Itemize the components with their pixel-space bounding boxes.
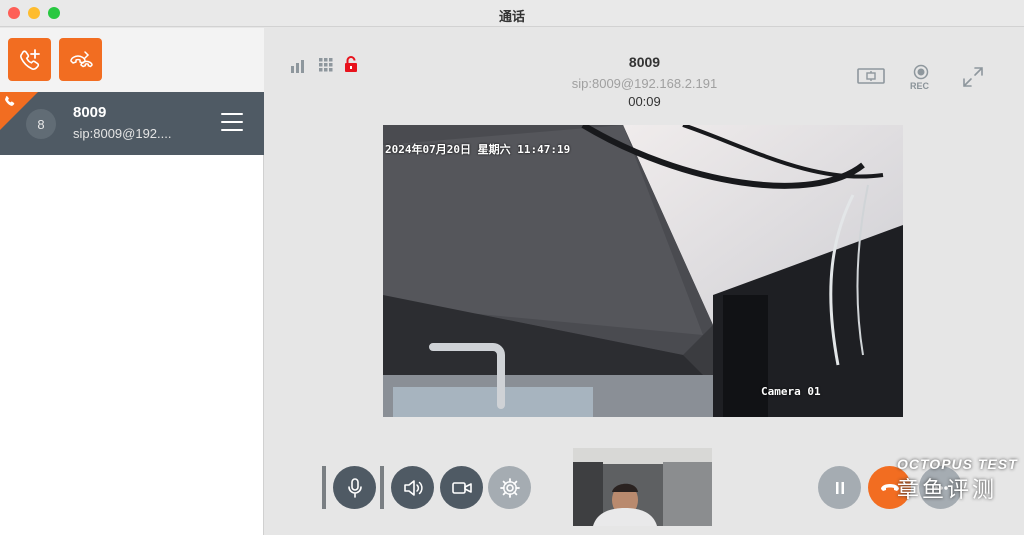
speaker-level-indicator	[380, 466, 384, 509]
record-label: REC	[910, 81, 930, 91]
window-title: 通话	[498, 9, 525, 24]
pause-icon	[835, 481, 844, 494]
sidebar-toolbar	[0, 28, 264, 92]
camera-timestamp: 2024年07月20日 星期六 11:47:19	[385, 143, 571, 156]
hamburger-menu-icon[interactable]	[221, 113, 243, 133]
phone-transfer-icon	[69, 50, 93, 67]
transfer-call-button[interactable]	[59, 38, 102, 81]
hold-button[interactable]	[818, 466, 861, 509]
microphone-button[interactable]	[333, 466, 376, 509]
microphone-icon	[347, 477, 362, 498]
mic-level-indicator	[322, 466, 326, 509]
call-list-item[interactable]: 8 8009 sip:8009@192....	[0, 92, 264, 155]
camera-button[interactable]	[440, 466, 483, 509]
settings-button[interactable]	[488, 466, 531, 509]
video-camera-icon	[451, 481, 472, 494]
camera-label: Camera 01	[761, 385, 821, 398]
title-bar: 通话	[0, 0, 1024, 27]
local-video-preview	[573, 448, 712, 526]
phone-add-icon	[19, 48, 40, 70]
record-icon[interactable]	[913, 64, 929, 80]
screen-share-icon[interactable]	[857, 68, 885, 84]
speaker-icon	[403, 479, 423, 496]
watermark: OCTOPUS TEST 章鱼评测	[897, 456, 1018, 504]
self-view-image	[573, 448, 712, 526]
call-item-name: 8009	[73, 104, 107, 121]
call-item-sip: sip:8009@192....	[73, 126, 172, 141]
call-window: 通话 8 8009 sip:8009@192.... 8009 sip:8009…	[0, 0, 1024, 535]
camera-feed-image	[383, 125, 903, 417]
watermark-chinese: 章鱼评测	[897, 477, 998, 502]
call-panel: 8009 sip:8009@192.168.2.191 00:09 REC 20…	[265, 28, 1024, 535]
gear-icon	[499, 477, 520, 498]
speaker-button[interactable]	[391, 466, 434, 509]
watermark-english: OCTOPUS TEST	[897, 456, 1018, 472]
remote-video: 2024年07月20日 星期六 11:47:19 Camera 01	[383, 125, 903, 417]
call-duration: 00:09	[628, 94, 661, 109]
add-call-button[interactable]	[8, 38, 51, 81]
fullscreen-icon[interactable]	[962, 66, 984, 88]
avatar: 8	[26, 109, 56, 139]
phone-icon	[5, 96, 15, 106]
peer-name: 8009	[628, 54, 661, 70]
sidebar: 8 8009 sip:8009@192....	[0, 28, 264, 535]
